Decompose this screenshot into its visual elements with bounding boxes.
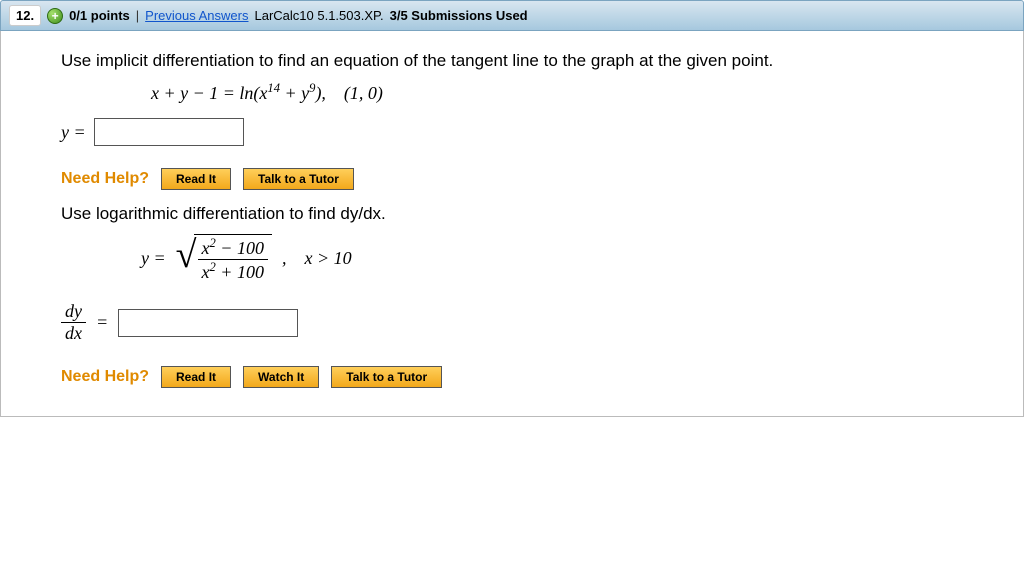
den-x: x <box>202 262 210 282</box>
question-content: Use implicit differentiation to find an … <box>0 31 1024 417</box>
read-it-button[interactable]: Read It <box>161 168 231 190</box>
separator: | <box>136 8 139 23</box>
answer-input-1[interactable] <box>94 118 244 146</box>
equals-sign: = <box>96 312 108 333</box>
points-text: 0/1 points <box>69 8 130 23</box>
question-number: 12. <box>9 5 41 26</box>
question-header: 12. + 0/1 points | Previous Answers LarC… <box>0 0 1024 31</box>
need-help-row-2: Need Help? Read It Watch It Talk to a Tu… <box>61 366 993 388</box>
previous-answers-link[interactable]: Previous Answers <box>145 8 248 23</box>
sqrt-expression: √ x2 − 100 x2 + 100 <box>176 234 272 283</box>
read-it-button-2[interactable]: Read It <box>161 366 231 388</box>
submissions-text: 3/5 Submissions Used <box>390 8 528 23</box>
y-equals: y = <box>141 248 166 269</box>
fraction: x2 − 100 x2 + 100 <box>198 236 268 283</box>
source-text: LarCalc10 5.1.503.XP. <box>254 8 383 23</box>
den-rest: + 100 <box>216 262 264 282</box>
eq1-rhs: ), (1, 0) <box>315 83 382 103</box>
condition-text: , x > 10 <box>282 248 352 269</box>
answer-label-1: y = <box>61 122 86 143</box>
dx-text: dx <box>61 323 86 344</box>
answer-row-2: dy dx = <box>61 301 993 344</box>
eq1-exp1: 14 <box>267 81 280 95</box>
dydx-label: dy dx <box>61 301 86 344</box>
talk-tutor-button[interactable]: Talk to a Tutor <box>243 168 354 190</box>
prompt-2: Use logarithmic differentiation to find … <box>61 204 993 224</box>
eq1-mid: + y <box>280 83 309 103</box>
equation-2: y = √ x2 − 100 x2 + 100 , x > 10 <box>141 234 993 283</box>
radical-icon: √ <box>176 238 197 287</box>
num-x: x <box>202 238 210 258</box>
answer-input-2[interactable] <box>118 309 298 337</box>
eq1-lhs: x + y − 1 = ln(x <box>151 83 267 103</box>
equation-1: x + y − 1 = ln(x14 + y9), (1, 0) <box>151 81 993 104</box>
dy-text: dy <box>61 301 86 323</box>
need-help-label-2: Need Help? <box>61 368 149 386</box>
talk-tutor-button-2[interactable]: Talk to a Tutor <box>331 366 442 388</box>
need-help-label: Need Help? <box>61 170 149 188</box>
prompt-1: Use implicit differentiation to find an … <box>61 51 993 71</box>
watch-it-button[interactable]: Watch It <box>243 366 319 388</box>
plus-icon[interactable]: + <box>47 8 63 24</box>
answer-row-1: y = <box>61 118 993 146</box>
num-rest: − 100 <box>216 238 264 258</box>
need-help-row-1: Need Help? Read It Talk to a Tutor <box>61 168 993 190</box>
